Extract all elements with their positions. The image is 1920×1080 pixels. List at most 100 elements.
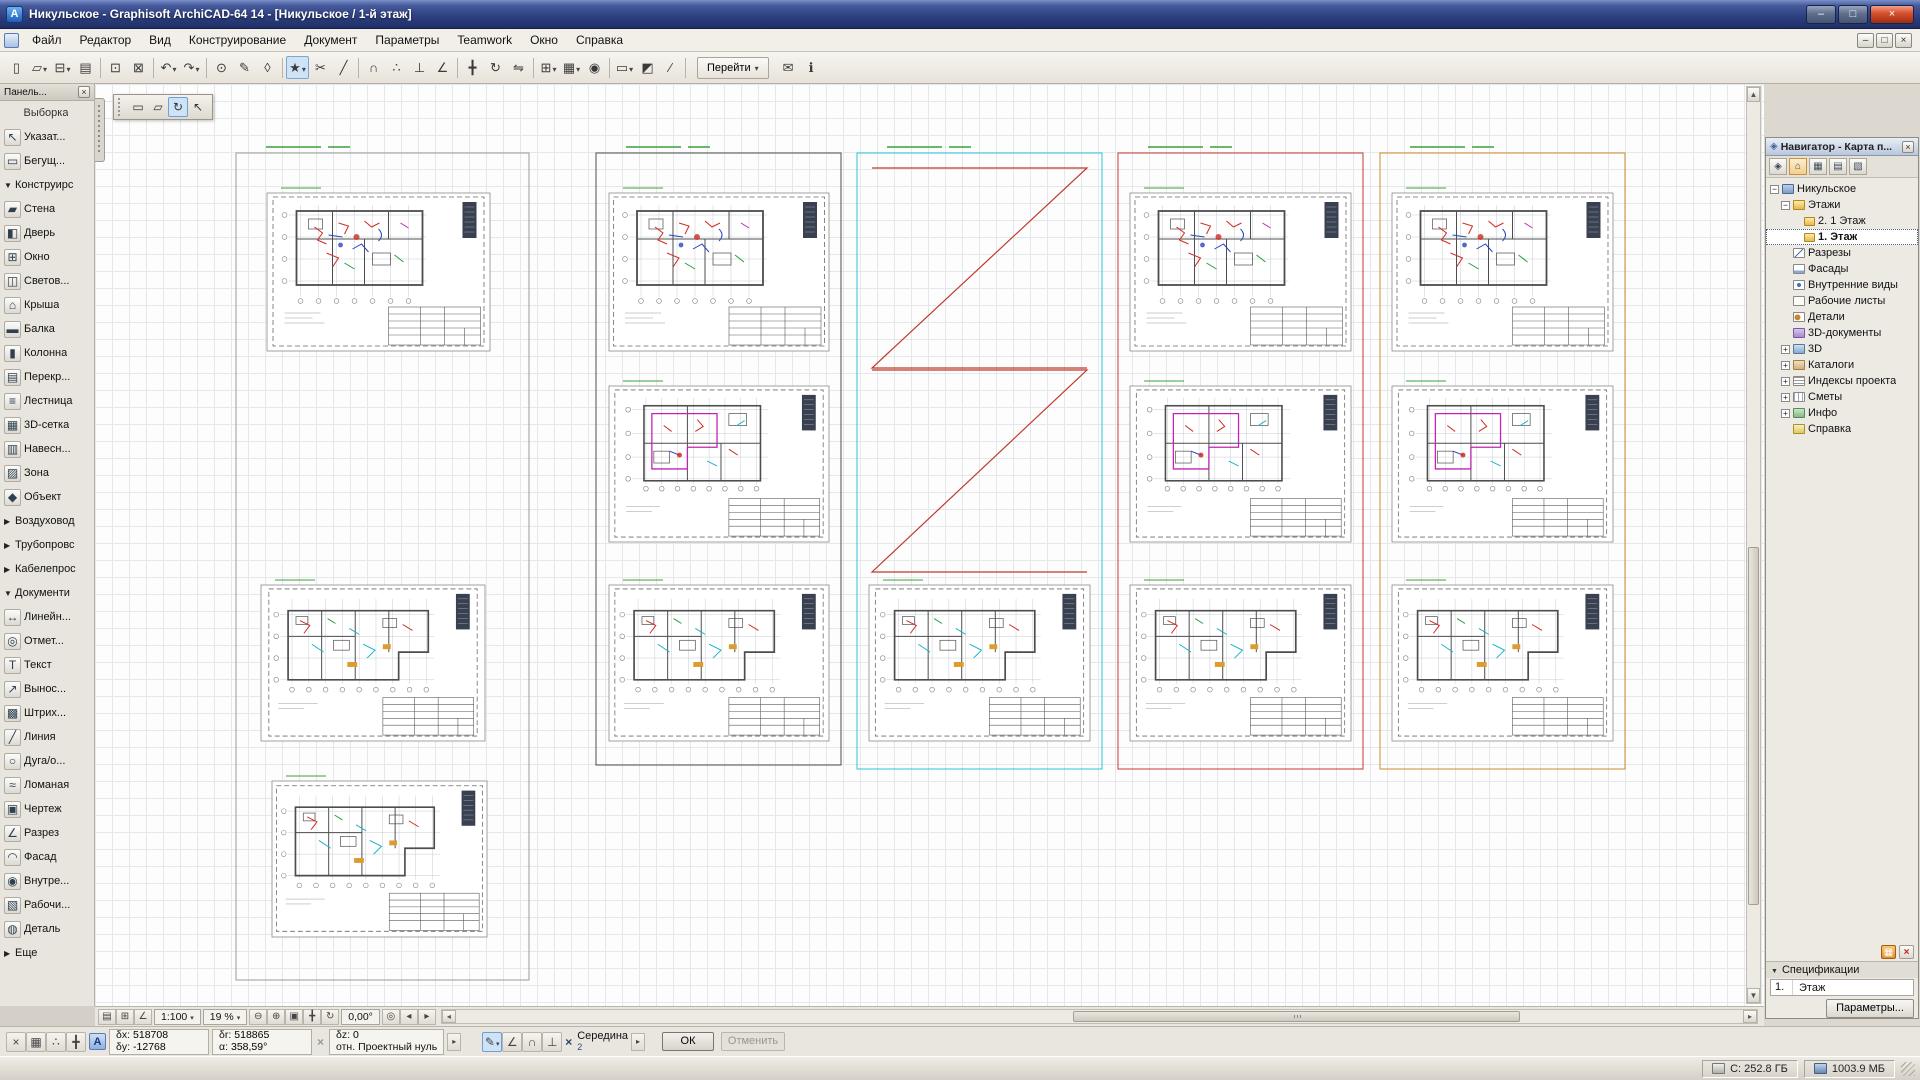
wall-tool[interactable]: ▰ Стена	[0, 197, 94, 221]
menu-item[interactable]: Справка	[567, 30, 632, 50]
section-tool[interactable]: ∠ Разрез	[0, 821, 94, 845]
snap-guides-icon[interactable]: ∩	[362, 56, 385, 79]
zone-tool[interactable]: ▨ Зона	[0, 461, 94, 485]
layout-sheet[interactable]	[1391, 579, 1614, 742]
menu-item[interactable]: Редактор	[71, 30, 141, 50]
fill-tool[interactable]: ▩ Штрих...	[0, 701, 94, 725]
beam-tool[interactable]: ▬ Балка	[0, 317, 94, 341]
menu-item[interactable]: Окно	[521, 30, 567, 50]
more-section[interactable]: ▶ Еще	[0, 941, 94, 965]
drawing-tool[interactable]: ▣ Чертеж	[0, 797, 94, 821]
undo-icon[interactable]: ↶	[157, 56, 180, 79]
delete-item-icon[interactable]: ×	[1899, 945, 1914, 959]
text-tool[interactable]: Т Текст	[0, 653, 94, 677]
scrollbar-thumb[interactable]	[1748, 547, 1759, 905]
redo-icon[interactable]: ↷	[180, 56, 203, 79]
special-snap-icon[interactable]: ∩	[522, 1031, 543, 1052]
angle-guide-icon[interactable]: ∠	[431, 56, 454, 79]
grid-snap-icon[interactable]: ⊞	[537, 56, 560, 79]
resize-grip-icon[interactable]	[1901, 1061, 1915, 1076]
window-tool[interactable]: ⊞ Окно	[0, 245, 94, 269]
schedule-settings-icon[interactable]: ▦	[1881, 945, 1896, 959]
roof-tool[interactable]: ⌂ Крыша	[0, 293, 94, 317]
marquee-tool[interactable]: ▭ Бегущ...	[0, 149, 94, 173]
menu-item[interactable]: Конструирование	[180, 30, 295, 50]
tree-item-interior-views[interactable]: Внутренние виды	[1766, 277, 1918, 293]
document-window-icon[interactable]	[4, 32, 19, 48]
orbit-icon[interactable]: ◎	[381, 1008, 400, 1025]
menu-item[interactable]: Документ	[295, 30, 366, 50]
tree-expander-icon[interactable]: −	[1781, 200, 1790, 210]
refresh-icon[interactable]: ↻	[321, 1008, 340, 1025]
tree-expander-icon[interactable]: +	[1781, 408, 1790, 418]
layout-book-tab[interactable]: ▤	[1829, 158, 1847, 175]
publisher-tab[interactable]: ▧	[1849, 158, 1867, 175]
close-button[interactable]: ×	[1870, 4, 1914, 24]
break-line[interactable]	[870, 167, 1089, 369]
pen-icon[interactable]: ✎	[233, 56, 256, 79]
menu-item[interactable]: Teamwork	[448, 30, 521, 50]
eraser-icon[interactable]: ◊	[256, 56, 279, 79]
project-map-tab[interactable]: ⌂	[1789, 158, 1807, 175]
snap-expand-icon[interactable]	[631, 1032, 646, 1051]
tree-item-project[interactable]: − Никульское	[1766, 181, 1918, 197]
angle-snap-icon[interactable]: ∠	[502, 1031, 523, 1052]
grid-toggle-icon[interactable]: ⊞	[116, 1008, 134, 1025]
scroll-down-icon[interactable]	[1747, 988, 1760, 1003]
child-close-button[interactable]: ×	[1895, 32, 1912, 48]
polyline-tool[interactable]: ≈ Ломаная	[0, 773, 94, 797]
tree-item-catalogs[interactable]: + Каталоги	[1766, 357, 1918, 373]
rotate-mini-icon[interactable]: ↻	[168, 97, 188, 117]
label-tool[interactable]: ↗ Вынос...	[0, 677, 94, 701]
tree-expander-icon[interactable]: +	[1781, 344, 1790, 354]
gravity-snap-icon[interactable]: ⊥	[542, 1031, 563, 1052]
ductwork-section[interactable]: ▶ Воздуховод	[0, 509, 94, 533]
pointer-mini-icon[interactable]: ↖	[188, 97, 208, 117]
previous-view-icon[interactable]: ◂	[399, 1008, 418, 1025]
line-tool[interactable]: ╱ Линия	[0, 725, 94, 749]
open-file-icon[interactable]: ▱	[28, 56, 51, 79]
drawing-canvas[interactable]: ▭ ▱ ↻ ↖	[95, 84, 1764, 1006]
tracker-cancel-icon[interactable]: ×	[6, 1031, 26, 1052]
pages-icon[interactable]: ▤	[98, 1008, 116, 1025]
document-section[interactable]: ▼ Документи	[0, 581, 94, 605]
scroll-right-icon[interactable]	[1743, 1010, 1757, 1023]
detail-tool[interactable]: ◍ Деталь	[0, 917, 94, 941]
ok-button[interactable]: ОК	[662, 1032, 715, 1051]
tree-expander-icon[interactable]: +	[1781, 392, 1790, 402]
door-tool[interactable]: ◧ Дверь	[0, 221, 94, 245]
elevation-tool[interactable]: ◠ Фасад	[0, 845, 94, 869]
tree-expander-icon[interactable]: +	[1781, 360, 1790, 370]
snap-points-icon[interactable]: ∴	[385, 56, 408, 79]
tree-item-story-2[interactable]: 2. 1 Этаж	[1766, 213, 1918, 229]
syringe-icon[interactable]: ∕	[659, 56, 682, 79]
layout-sheet[interactable]	[608, 187, 830, 352]
rotate-icon[interactable]: ↻	[484, 56, 507, 79]
pick-up-parameters-icon[interactable]: ⊙	[210, 56, 233, 79]
scroll-up-icon[interactable]	[1747, 87, 1760, 102]
next-view-icon[interactable]: ▸	[417, 1008, 436, 1025]
break-line[interactable]	[870, 369, 1089, 573]
split-icon[interactable]: ╱	[332, 56, 355, 79]
tree-item-details[interactable]: Детали	[1766, 309, 1918, 325]
pipework-section[interactable]: ▶ Трубопровс	[0, 533, 94, 557]
new-document-icon[interactable]: ▯	[5, 56, 28, 79]
menu-item[interactable]: Вид	[140, 30, 180, 50]
tree-item-project-indexes[interactable]: + Индексы проекта	[1766, 373, 1918, 389]
copy-icon[interactable]: ⊡	[104, 56, 127, 79]
layout-sheet[interactable]	[1391, 187, 1614, 352]
scrollbar-thumb[interactable]	[1073, 1011, 1521, 1022]
layout-sheet[interactable]	[1391, 380, 1614, 543]
cursor-snap-icon[interactable]: ✎	[482, 1031, 503, 1052]
tracker-ra-box[interactable]: δr: 518865 α: 358,59°	[212, 1028, 312, 1055]
fit-view-icon[interactable]: ▣	[285, 1008, 304, 1025]
layers-icon[interactable]: ▦	[560, 56, 583, 79]
curtain-wall-tool[interactable]: ▥ Навесн...	[0, 437, 94, 461]
pen-set-icon[interactable]: ◉	[583, 56, 606, 79]
tree-item-info[interactable]: + Инфо	[1766, 405, 1918, 421]
cancel-button[interactable]: Отменить	[721, 1032, 786, 1051]
project-chooser-tab[interactable]: ◈	[1769, 158, 1787, 175]
parameters-button[interactable]: Параметры...	[1826, 999, 1914, 1018]
horizontal-scrollbar[interactable]	[440, 1009, 1758, 1024]
goto-button[interactable]: Перейти	[697, 56, 769, 79]
